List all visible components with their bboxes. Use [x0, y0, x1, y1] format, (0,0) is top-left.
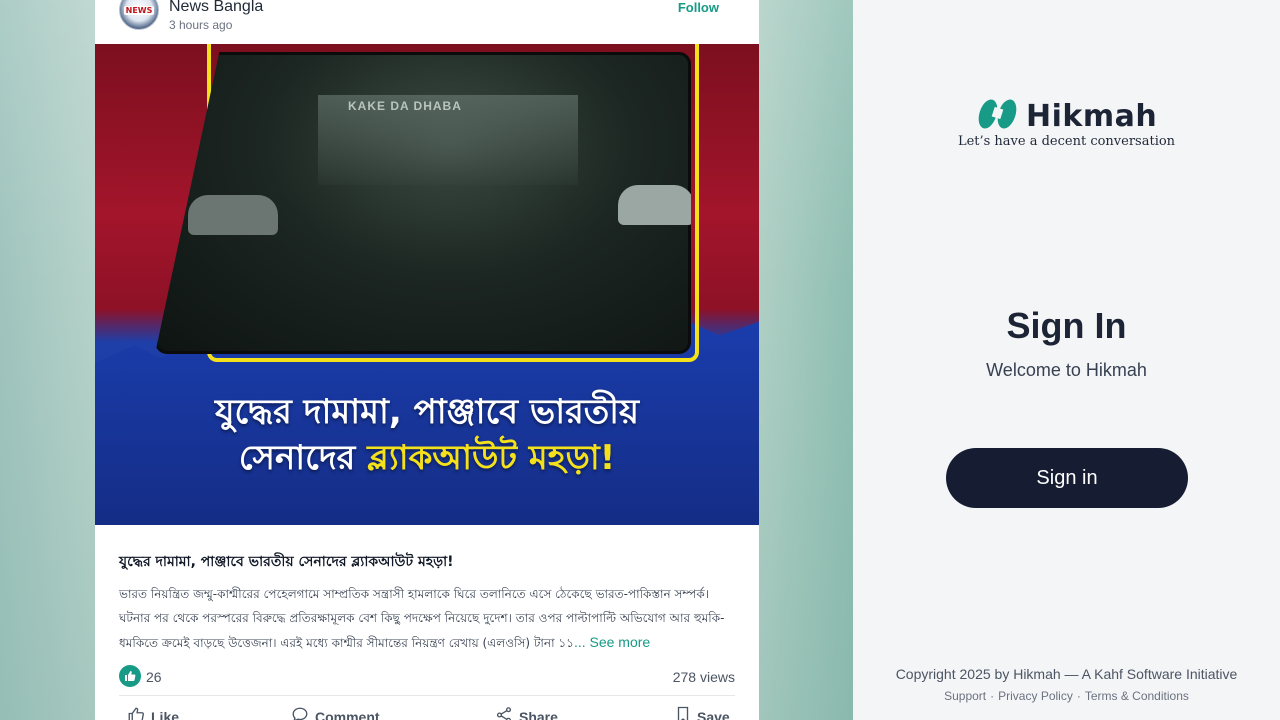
night-street-photo: KAKE DA DHABA: [155, 52, 691, 354]
signin-panel: Hikmah Let’s have a decent conversation …: [853, 0, 1280, 720]
save-label: Save: [697, 708, 730, 720]
like-count[interactable]: 26: [146, 669, 162, 685]
image-headline-line1: যুদ্ধের দামামা, পাঞ্জাবে ভারতীয়: [214, 392, 640, 432]
tagline: Let’s have a decent conversation: [957, 134, 1176, 149]
hikmah-logo-icon: [976, 96, 1020, 137]
link-separator: ·: [990, 689, 995, 703]
parked-car-right: [618, 185, 691, 225]
share-icon: [495, 706, 513, 720]
view-count: 278 views: [672, 669, 735, 685]
image-headline: যুদ্ধের দামামা, পাঞ্জাবে ভারতীয় সেনাদের…: [95, 389, 759, 481]
save-button[interactable]: Save: [675, 706, 730, 720]
welcome-text: Welcome to Hikmah: [986, 360, 1147, 380]
like-label: Like: [151, 708, 180, 720]
thumbs-up-icon: [127, 706, 145, 720]
like-button[interactable]: Like: [127, 706, 179, 720]
terms-link[interactable]: Terms & Conditions: [1085, 689, 1189, 703]
link-separator: ·: [1076, 689, 1081, 703]
follow-button[interactable]: Follow: [678, 0, 719, 15]
comment-icon: [291, 706, 309, 720]
comment-button[interactable]: Comment: [291, 706, 380, 720]
post-timestamp: 3 hours ago: [169, 18, 233, 32]
post-image[interactable]: KAKE DA DHABA যুদ্ধের দামামা, পাঞ্জাবে ভ…: [95, 44, 759, 525]
post-body: ভারত নিয়ন্ত্রিত জম্মু-কাশ্মীরের পেহেলগা…: [119, 582, 737, 655]
privacy-policy-link[interactable]: Privacy Policy: [998, 689, 1073, 703]
hikmah-logo-text: Hikmah: [1026, 99, 1158, 134]
see-more-link[interactable]: ... See more: [574, 634, 650, 650]
like-reaction-icon[interactable]: [119, 665, 141, 687]
post-header: NEWS News Bangla 3 hours ago Follow: [119, 0, 735, 44]
comment-label: Comment: [315, 708, 380, 720]
hikmah-logo[interactable]: Hikmah: [976, 96, 1157, 137]
footer-links: Support · Privacy Policy · Terms & Condition…: [853, 689, 1280, 703]
copyright-text: Copyright 2025 by Hikmah — A Kahf Softwa…: [895, 666, 1238, 682]
actions-divider: [119, 695, 735, 696]
signin-button[interactable]: Sign in: [946, 448, 1188, 508]
signin-title: Sign In: [1006, 305, 1127, 346]
avatar-logo-text: NEWS: [123, 5, 155, 15]
image-headline-line2-yellow: ব্ল্যাকআউট মহড়া!: [367, 438, 616, 478]
avatar[interactable]: NEWS: [119, 0, 159, 30]
share-label: Share: [519, 708, 558, 720]
image-headline-line2: সেনাদের ব্ল্যাকআউট মহড়া!: [95, 435, 759, 481]
post-stats: 26 278 views: [119, 664, 735, 688]
post-author[interactable]: News Bangla: [169, 0, 263, 16]
support-link[interactable]: Support: [944, 689, 986, 703]
image-headline-line2-white: সেনাদের: [238, 438, 368, 478]
bookmark-icon: [675, 706, 691, 720]
post-card: NEWS News Bangla 3 hours ago Follow KAKE…: [95, 0, 759, 720]
post-title[interactable]: যুদ্ধের দামামা, পাঞ্জাবে ভারতীয় সেনাদের…: [119, 550, 735, 574]
share-button[interactable]: Share: [495, 706, 558, 720]
parked-car-left: [188, 195, 278, 235]
post-actions: Like Comment Share Save: [119, 702, 735, 720]
shop-sign: KAKE DA DHABA: [348, 99, 462, 113]
